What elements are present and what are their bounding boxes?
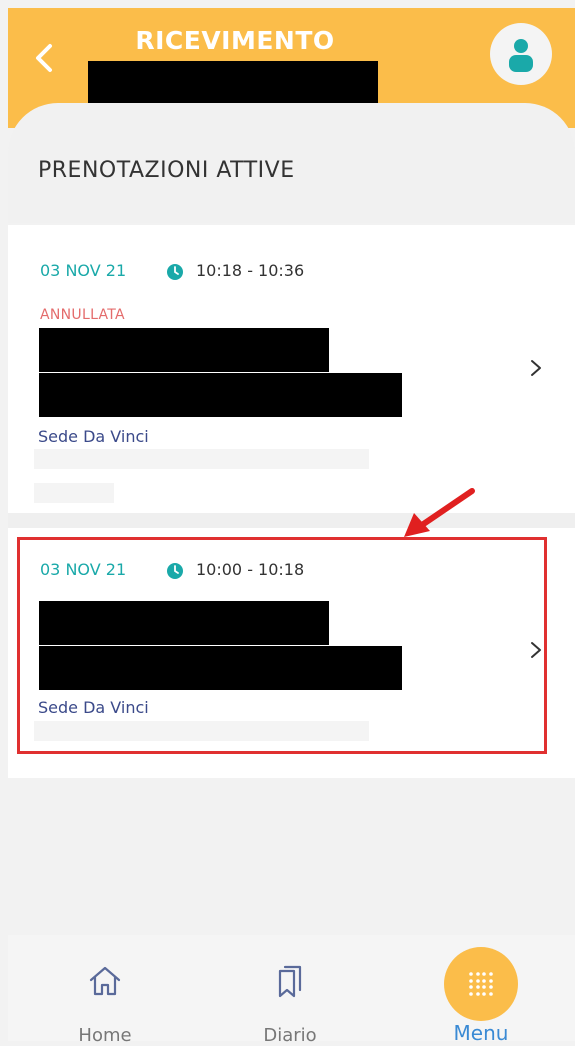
diary-icon <box>278 965 302 998</box>
back-button[interactable] <box>30 38 60 78</box>
placeholder-bar <box>34 483 114 503</box>
clock-icon <box>167 264 183 280</box>
profile-button[interactable] <box>490 23 552 85</box>
status-badge: ANNULLATA <box>40 307 125 323</box>
nav-menu-label: Menu <box>453 1021 509 1045</box>
profile-icon <box>509 39 533 72</box>
menu-grid-icon <box>469 972 493 996</box>
booking-location: Sede Da Vinci <box>38 427 149 446</box>
home-icon <box>89 966 121 996</box>
page-title: RICEVIMENTO <box>135 26 335 55</box>
divider <box>8 513 575 528</box>
highlight-box <box>17 537 547 754</box>
section-title: PRENOTAZIONI ATTIVE <box>38 158 295 183</box>
chevron-right-icon[interactable] <box>526 356 546 380</box>
back-icon <box>36 44 52 72</box>
redacted-subtitle <box>88 61 378 105</box>
redacted-text <box>39 328 329 372</box>
nav-menu[interactable]: Menu <box>408 935 554 1045</box>
nav-diario[interactable]: Diario <box>245 935 335 1046</box>
placeholder-bar <box>34 449 369 469</box>
menu-button[interactable] <box>444 947 518 1021</box>
nav-home-label: Home <box>78 1025 132 1046</box>
booking-time: 10:18 - 10:36 <box>196 261 305 280</box>
annotation-arrow-icon <box>404 488 475 537</box>
booking-date: 03 NOV 21 <box>40 261 127 280</box>
bottom-nav: Home Diario Menu <box>8 935 575 1046</box>
nav-diario-label: Diario <box>263 1025 317 1046</box>
redacted-text <box>39 373 402 417</box>
booking-card[interactable]: 03 NOV 21 10:18 - 10:36 ANNULLATA Sede D… <box>8 225 575 513</box>
nav-home[interactable]: Home <box>60 935 150 1046</box>
